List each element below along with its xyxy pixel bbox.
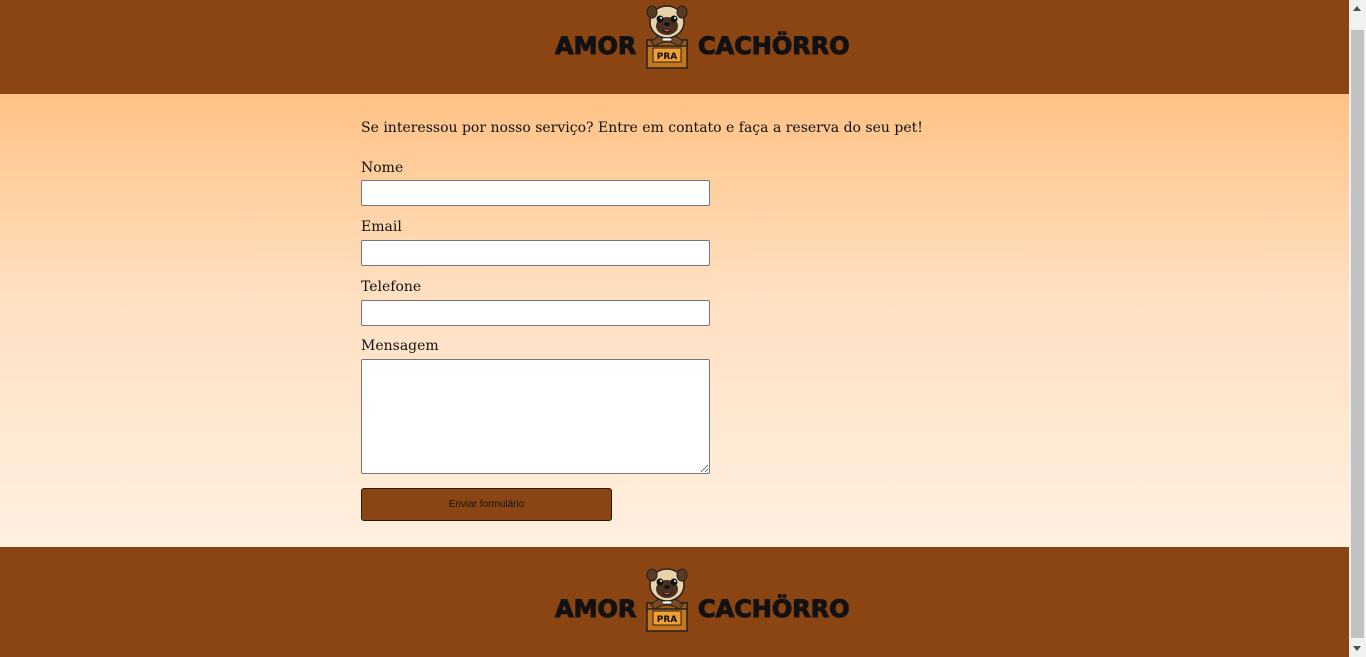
contact-intro-text: Se interessou por nosso serviço? Entre e… [361,120,923,136]
logo-word-cachorro: CACHÖRRO [698,32,851,61]
scrollbar-thumb[interactable] [1351,30,1364,638]
arrow-up-icon[interactable] [1353,6,1361,11]
pug-mascot-icon: PRA [646,568,688,632]
footer-logo[interactable]: AMOR PRA CACHÖRRO [554,565,850,635]
name-label: Nome [361,160,404,176]
message-textarea[interactable] [361,359,710,474]
submit-form-button[interactable]: Enviar formulário [361,488,612,521]
site-header: AMOR PRA CACHÖRRO [0,0,1349,94]
page: AMOR PRA CACHÖRRO Se interessou por noss… [0,0,1349,657]
phone-label: Telefone [361,279,422,295]
pug-mascot-icon: PRA [646,5,688,69]
site-footer: AMOR PRA CACHÖRRO [0,547,1349,657]
logo-word-pra: PRA [657,615,678,625]
site-logo[interactable]: AMOR PRA CACHÖRRO [554,2,850,72]
message-label: Mensagem [361,338,439,354]
phone-input[interactable] [361,300,710,326]
logo-word-pra: PRA [657,52,678,62]
vertical-scrollbar[interactable] [1349,0,1366,657]
logo-word-cachorro: CACHÖRRO [698,595,851,624]
logo-word-amor: AMOR [554,595,637,624]
logo-word-amor: AMOR [554,32,637,61]
arrow-down-icon[interactable] [1353,646,1361,651]
email-label: Email [361,219,402,235]
name-input[interactable] [361,180,710,206]
email-input[interactable] [361,240,710,266]
contact-section: Se interessou por nosso serviço? Entre e… [0,94,1349,547]
